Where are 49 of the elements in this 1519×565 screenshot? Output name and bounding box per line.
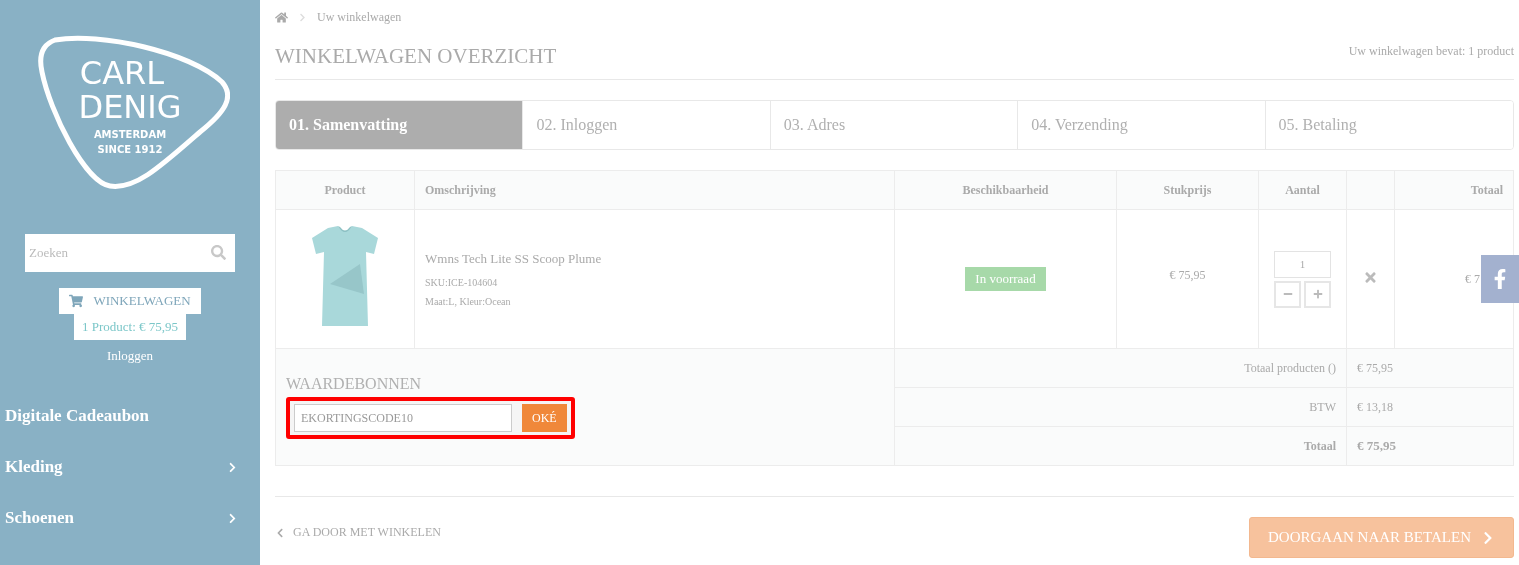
summary-value: € 13,18	[1357, 399, 1394, 415]
stock-badge: In voorraad	[965, 267, 1046, 291]
logo-text: AMSTERDAM	[93, 129, 167, 140]
product-sku: SKU:ICE-104604	[425, 277, 499, 288]
product-name[interactable]: Wmns Tech Lite SS Scoop Plume	[425, 251, 884, 267]
cart-summary: 1 Product: € 75,95	[73, 314, 187, 340]
column-header: Product	[324, 182, 366, 197]
column-header: Beschikbaarheid	[962, 182, 1049, 197]
facebook-button[interactable]	[1481, 255, 1519, 303]
cart-icon	[69, 294, 84, 308]
summary-label: Totaal	[1302, 438, 1336, 454]
product-attributes: Maat:L, Kleur:Ocean	[425, 296, 512, 307]
summary-label: Totaal producten ()	[1243, 360, 1336, 376]
cart-count: Uw winkelwagen bevat: 1 product	[1348, 44, 1514, 59]
search-field[interactable]: Zoeken	[25, 234, 235, 272]
menu-item[interactable]: Kleding	[0, 457, 260, 477]
chevron-icon	[298, 12, 307, 22]
vouchers-title: WAARDEBONNEN	[286, 375, 423, 393]
chevron-icon	[227, 461, 238, 473]
unit-price: € 75,95	[1168, 267, 1207, 283]
continue-shopping-link[interactable]: GA DOOR MET WINKELEN	[275, 525, 441, 540]
apply-button[interactable]: OKÉ	[522, 404, 567, 432]
column-header: Stukprijs	[1163, 182, 1212, 197]
column-header: Aantal	[1285, 182, 1320, 197]
column-header: Totaal	[1470, 182, 1503, 197]
checkout-step[interactable]: 01. Samenvatting	[276, 101, 524, 149]
cart-button[interactable]: WINKELWAGEN	[59, 288, 201, 314]
decrease-button[interactable]	[1274, 280, 1301, 308]
column-header: Omschrijving	[425, 182, 496, 197]
home-icon[interactable]	[275, 10, 288, 24]
search-icon[interactable]	[211, 245, 226, 260]
checkout-button[interactable]: DOORGAAN NAAR BETALEN	[1249, 517, 1514, 558]
plus-icon	[1312, 289, 1323, 299]
increase-button[interactable]	[1304, 280, 1331, 308]
breadcrumb-item[interactable]: Uw winkelwagen	[317, 9, 402, 25]
line-total: € 7	[1465, 271, 1480, 287]
logo-text: SINCE 1912	[97, 144, 163, 155]
voucher-field[interactable]: EKORTINGSCODE10	[294, 404, 512, 432]
summary-value: € 75,95	[1357, 360, 1394, 376]
summary-value: € 75,95	[1357, 438, 1397, 454]
chevron-icon	[275, 527, 285, 538]
menu-item[interactable]: Schoenen	[0, 508, 260, 528]
menu-item[interactable]: Digitale Cadeaubon	[0, 406, 260, 426]
page-title: WINKELWAGEN OVERZICHT	[275, 44, 557, 69]
remove-icon[interactable]	[1363, 269, 1378, 285]
summary-label: BTW	[1308, 399, 1336, 415]
quantity-field[interactable]: 1	[1274, 250, 1331, 278]
login-link[interactable]: Inloggen	[106, 348, 154, 364]
chevron-icon	[227, 512, 238, 524]
